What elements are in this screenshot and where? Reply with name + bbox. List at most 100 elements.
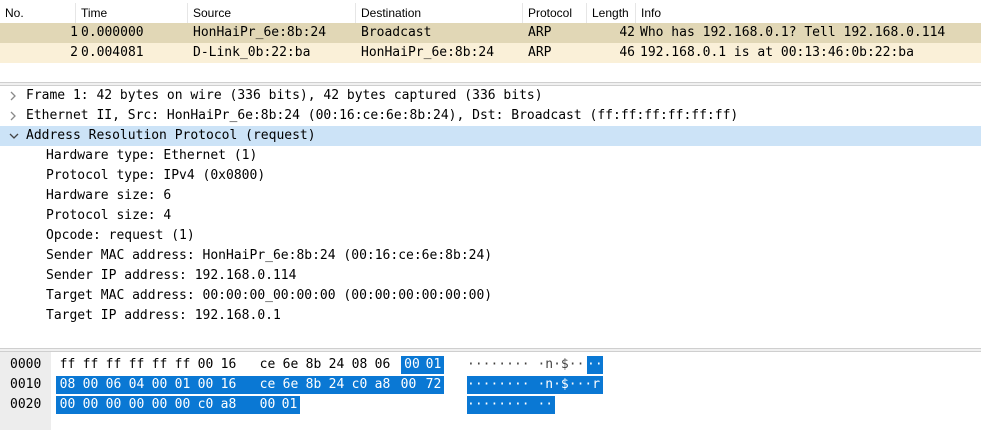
hex-byte[interactable]: ff <box>79 356 102 374</box>
hex-byte[interactable]: a8 <box>217 396 240 414</box>
hex-byte[interactable]: 16 <box>217 356 240 374</box>
hex-byte[interactable]: 00 <box>56 396 79 414</box>
hex-byte[interactable]: ff <box>125 356 148 374</box>
tree-field-hardware-size[interactable]: Hardware size: 6 <box>0 186 981 206</box>
ascii-text[interactable]: ········ ·n·$·· <box>467 356 584 374</box>
hex-byte[interactable]: ce <box>256 376 279 394</box>
hex-byte[interactable]: 16 <box>217 376 240 394</box>
ascii-text-selected[interactable]: ·· <box>587 356 603 374</box>
hex-byte[interactable]: ff <box>56 356 79 374</box>
packet-source: D-Link_0b:22:ba <box>193 45 311 60</box>
hex-byte[interactable]: 24 <box>325 356 348 374</box>
packet-destination: HonHaiPr_6e:8b:24 <box>361 45 495 60</box>
packet-destination: Broadcast <box>361 25 432 40</box>
hex-byte[interactable]: a8 <box>371 376 394 394</box>
packet-source: HonHaiPr_6e:8b:24 <box>193 25 327 40</box>
tree-field-label: Hardware type: Ethernet (1) <box>46 148 258 163</box>
ascii-text-selected[interactable]: ········ ·n·$···r <box>467 376 603 394</box>
column-header-protocol[interactable]: Protocol <box>523 3 587 23</box>
ascii-text-selected[interactable]: ········ ·· <box>467 396 555 414</box>
column-header-info[interactable]: Info <box>636 3 981 23</box>
hex-byte[interactable]: 01 <box>279 396 300 414</box>
column-header-no[interactable]: No. <box>0 3 76 23</box>
hex-byte[interactable]: 00 <box>79 376 102 394</box>
tree-field-label: Target MAC address: 00:00:00_00:00:00 (0… <box>46 288 493 303</box>
hex-byte[interactable]: 00 <box>102 396 125 414</box>
packet-details-tree[interactable]: Frame 1: 42 bytes on wire (336 bits), 42… <box>0 86 981 348</box>
packet-bytes-pane[interactable]: 0000 ff ff ff ff ff ff 00 16 ce 6e 8b 24… <box>0 352 981 430</box>
hex-byte[interactable]: 24 <box>325 376 348 394</box>
chevron-right-icon[interactable] <box>9 106 21 126</box>
hex-byte[interactable]: 00 <box>194 376 217 394</box>
column-header-time[interactable]: Time <box>76 3 188 23</box>
hex-byte[interactable]: 08 <box>348 356 371 374</box>
tree-field-target-ip[interactable]: Target IP address: 192.168.0.1 <box>0 306 981 326</box>
hex-byte[interactable]: 00 <box>125 396 148 414</box>
hex-byte[interactable]: 8b <box>302 356 325 374</box>
packet-list[interactable]: No. Time Source Destination Protocol Len… <box>0 0 981 82</box>
hex-byte[interactable]: 8b <box>302 376 325 394</box>
tree-field-label: Protocol size: 4 <box>46 208 172 223</box>
hex-gap <box>240 376 256 394</box>
chevron-right-icon[interactable] <box>9 86 21 106</box>
hex-byte[interactable]: 00 <box>148 376 171 394</box>
tree-field-label: Target IP address: 192.168.0.1 <box>46 308 281 323</box>
packet-info: Who has 192.168.0.1? Tell 192.168.0.114 <box>640 25 946 40</box>
packet-protocol: ARP <box>528 25 552 40</box>
byte-offset: 0020 <box>10 397 42 412</box>
hex-byte[interactable]: 00 <box>256 396 279 414</box>
tree-field-label: Protocol type: IPv4 (0x0800) <box>46 168 266 183</box>
tree-field-target-mac[interactable]: Target MAC address: 00:00:00_00:00:00 (0… <box>0 286 981 306</box>
column-header-source[interactable]: Source <box>188 3 356 23</box>
packet-length: 46 <box>619 45 635 60</box>
hex-byte[interactable]: 00 <box>394 376 423 394</box>
packet-no: 1 <box>70 25 78 40</box>
packet-list-header: No. Time Source Destination Protocol Len… <box>0 3 981 24</box>
tree-field-protocol-size[interactable]: Protocol size: 4 <box>0 206 981 226</box>
tree-field-label: Sender MAC address: HonHaiPr_6e:8b:24 (0… <box>46 248 493 263</box>
hex-byte[interactable]: 04 <box>125 376 148 394</box>
byte-offset: 0000 <box>10 357 42 372</box>
column-header-destination[interactable]: Destination <box>356 3 523 23</box>
packet-row[interactable]: 2 0.004081 D-Link_0b:22:ba HonHaiPr_6e:8… <box>0 43 981 63</box>
tree-item-frame[interactable]: Frame 1: 42 bytes on wire (336 bits), 42… <box>0 86 981 106</box>
hex-byte[interactable]: ff <box>171 356 194 374</box>
hex-byte[interactable]: 6e <box>279 356 302 374</box>
tree-field-hardware-type[interactable]: Hardware type: Ethernet (1) <box>0 146 981 166</box>
hex-byte[interactable]: ff <box>148 356 171 374</box>
tree-field-protocol-type[interactable]: Protocol type: IPv4 (0x0800) <box>0 166 981 186</box>
hex-byte[interactable]: c0 <box>348 376 371 394</box>
column-header-length[interactable]: Length <box>587 3 636 23</box>
chevron-down-icon[interactable] <box>9 126 21 146</box>
hex-gap <box>240 396 256 414</box>
hex-byte[interactable]: ff <box>102 356 125 374</box>
tree-field-sender-ip[interactable]: Sender IP address: 192.168.0.114 <box>0 266 981 286</box>
hex-byte[interactable]: 00 <box>79 396 102 414</box>
tree-field-sender-mac[interactable]: Sender MAC address: HonHaiPr_6e:8b:24 (0… <box>0 246 981 266</box>
tree-item-label: Address Resolution Protocol (request) <box>26 128 316 143</box>
packet-no: 2 <box>70 45 78 60</box>
hex-byte[interactable]: 08 <box>56 376 79 394</box>
hex-byte[interactable]: 06 <box>102 376 125 394</box>
tree-item-arp[interactable]: Address Resolution Protocol (request) <box>0 126 981 146</box>
hex-byte[interactable]: 00 <box>401 356 423 374</box>
hex-byte[interactable]: 72 <box>423 376 444 394</box>
tree-field-label: Sender IP address: 192.168.0.114 <box>46 268 297 283</box>
hex-byte[interactable]: 01 <box>423 356 444 374</box>
hex-byte[interactable]: 01 <box>171 376 194 394</box>
packet-time: 0.000000 <box>81 25 144 40</box>
hex-byte[interactable]: 00 <box>171 396 194 414</box>
packet-info: 192.168.0.1 is at 00:13:46:0b:22:ba <box>640 45 914 60</box>
packet-length: 42 <box>619 25 635 40</box>
tree-field-opcode[interactable]: Opcode: request (1) <box>0 226 981 246</box>
hex-byte[interactable]: ce <box>256 356 279 374</box>
tree-item-label: Frame 1: 42 bytes on wire (336 bits), 42… <box>26 88 543 103</box>
tree-item-ethernet[interactable]: Ethernet II, Src: HonHaiPr_6e:8b:24 (00:… <box>0 106 981 126</box>
hex-byte[interactable]: 6e <box>279 376 302 394</box>
packet-row[interactable]: 1 0.000000 HonHaiPr_6e:8b:24 Broadcast A… <box>0 23 981 43</box>
hex-byte[interactable]: 00 <box>194 356 217 374</box>
hex-byte[interactable]: 00 <box>148 396 171 414</box>
hex-byte[interactable]: c0 <box>194 396 217 414</box>
hex-byte[interactable]: 06 <box>371 356 394 374</box>
byte-offset: 0010 <box>10 377 42 392</box>
